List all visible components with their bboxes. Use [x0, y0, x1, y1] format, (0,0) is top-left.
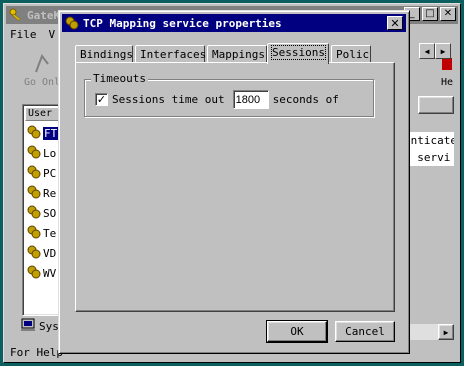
main-close-button[interactable]: ✕ — [440, 7, 456, 21]
horizontal-scrollbar[interactable]: ▶ — [406, 324, 454, 340]
list-item[interactable]: PC — [27, 165, 56, 181]
service-gear-icon — [27, 205, 41, 222]
service-gear-icon — [27, 165, 41, 182]
list-item[interactable]: Re — [27, 185, 56, 201]
go-online-label: Go Onl — [23, 77, 61, 88]
list-item-label: Lo — [43, 146, 57, 160]
list-item-label: VD — [43, 246, 57, 260]
properties-dialog: TCP Mapping service properties ✕ Binding… — [58, 10, 451, 354]
status-bar: For Help — [10, 346, 63, 359]
service-gear-icon — [27, 245, 41, 262]
tab-bindings[interactable]: Bindings — [75, 45, 133, 63]
tab-strip: Bindings Interfaces Mappings Sessions Po… — [75, 43, 393, 64]
dialog-title: TCP Mapping service properties — [83, 16, 282, 30]
key-icon — [8, 7, 24, 23]
system-tab-label: Sys — [39, 319, 59, 333]
go-online-button[interactable]: Go Onl — [22, 52, 62, 90]
scroll-right-icon[interactable]: ▶ — [438, 324, 454, 340]
list-item-label: Te — [43, 226, 57, 240]
details-text: enticate e servi — [404, 132, 454, 166]
list-item-label: Re — [43, 186, 57, 200]
list-item[interactable]: FT — [27, 125, 59, 142]
service-gear-icon — [27, 125, 41, 142]
tab-label: Sessions — [271, 45, 326, 60]
service-gear-icon — [27, 145, 41, 162]
list-item-label: PC — [43, 166, 57, 180]
menu-file[interactable]: File — [10, 28, 37, 41]
tab-label: Polic — [336, 48, 370, 61]
go-online-icon — [35, 53, 49, 73]
service-gear-icon — [27, 185, 41, 202]
service-gear-icon — [27, 265, 41, 282]
details-header[interactable] — [418, 96, 454, 114]
timeout-seconds-input[interactable] — [232, 90, 269, 109]
details-line: e servi — [404, 151, 451, 164]
sessions-timeout-label: Sessions time out — [112, 93, 225, 106]
sessions-panel: Timeouts ✓ Sessions time out seconds of — [75, 62, 395, 312]
computer-icon — [20, 318, 36, 335]
tab-scroll-buttons: ◀ ▶ — [419, 43, 451, 59]
check-mark-icon: ✓ — [96, 93, 107, 106]
main-title-text: GateK — [27, 8, 61, 22]
list-item[interactable]: WV — [27, 265, 56, 281]
service-gear-icon — [27, 225, 41, 242]
menu-bar: File V — [10, 28, 55, 41]
tab-policy[interactable]: Polic — [331, 45, 371, 63]
help-label: He — [440, 77, 454, 88]
list-item-label: WV — [43, 266, 57, 280]
sessions-timeout-row: ✓ Sessions time out seconds of — [95, 90, 339, 109]
timeouts-group: Timeouts ✓ Sessions time out seconds of — [84, 72, 374, 117]
tab-scroll-right-icon[interactable]: ▶ — [435, 43, 451, 59]
list-item-label: SO — [43, 206, 57, 220]
list-item[interactable]: Te — [27, 225, 56, 241]
timeouts-group-title: Timeouts — [91, 72, 148, 85]
list-item[interactable]: VD — [27, 245, 56, 261]
timeout-suffix-label: seconds of — [272, 93, 339, 106]
menu-view[interactable]: V — [49, 28, 56, 41]
tab-scroll-left-icon[interactable]: ◀ — [419, 43, 435, 59]
cancel-button[interactable]: Cancel — [335, 321, 395, 342]
details-line: enticate — [404, 134, 454, 147]
dialog-close-button[interactable]: ✕ — [387, 16, 403, 30]
dialog-title-bar[interactable]: TCP Mapping service properties ✕ — [62, 14, 406, 32]
ok-button[interactable]: OK — [266, 320, 328, 343]
maximize-button[interactable]: □ — [422, 7, 438, 21]
sessions-timeout-checkbox[interactable]: ✓ — [95, 93, 108, 106]
tab-mappings[interactable]: Mappings — [207, 45, 267, 63]
tab-label: Mappings — [212, 48, 265, 61]
tab-interfaces[interactable]: Interfaces — [135, 45, 207, 63]
list-item[interactable]: Lo — [27, 145, 56, 161]
list-item-label: FT — [43, 126, 59, 140]
service-gear-icon — [64, 15, 80, 31]
tab-sessions[interactable]: Sessions — [267, 43, 329, 64]
tab-label: Bindings — [80, 48, 133, 61]
list-item[interactable]: SO — [27, 205, 56, 221]
tab-label: Interfaces — [140, 48, 207, 61]
